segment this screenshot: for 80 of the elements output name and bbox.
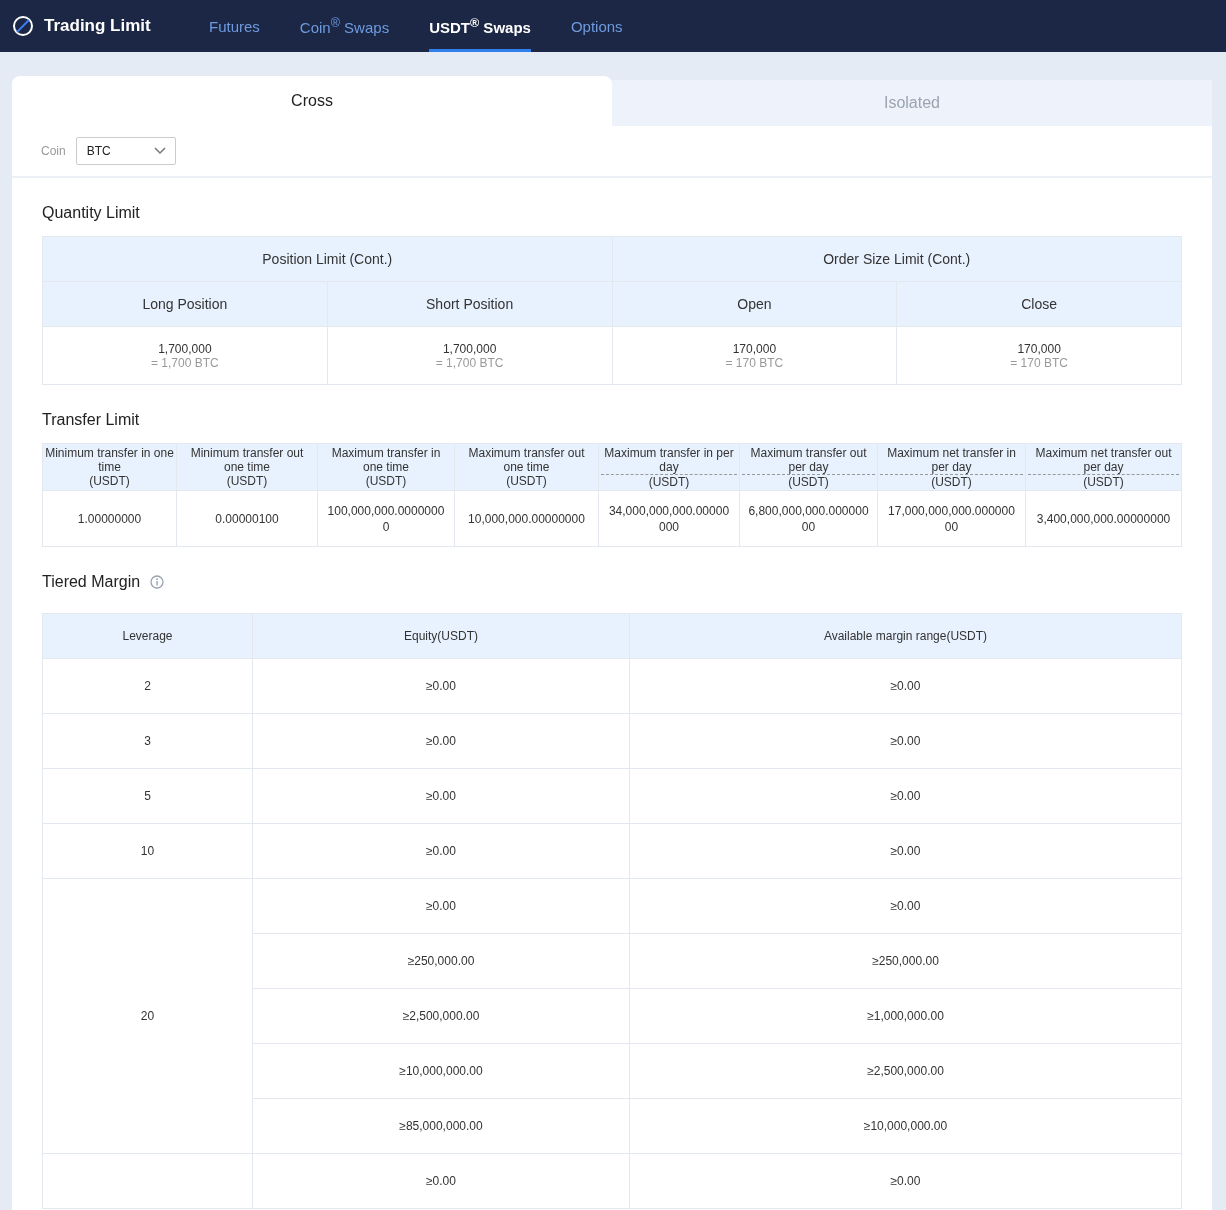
conversion-text: = 1,700 BTC (434, 355, 505, 370)
table-header: Close (896, 281, 1182, 327)
table-cell: 3,400,000,000.00000000 (1036, 511, 1171, 526)
unit-label: (USDT) (647, 475, 691, 489)
table-cell: ≥0.00 (426, 789, 456, 803)
table-cell: ≥0.00 (890, 734, 921, 748)
unit-label: (USDT) (225, 474, 269, 488)
table-header: Minimum transfer in one time (45, 446, 174, 474)
unit-label: (USDT) (787, 475, 830, 489)
table-header: Long Position (42, 281, 328, 327)
page-title: Trading Limit (44, 16, 152, 36)
table-header: Maximum transfer out per day (742, 446, 875, 475)
table-cell: ≥2,500,000.00 (402, 1009, 480, 1023)
section-title: Tiered Margin (42, 573, 141, 591)
table-cell: ≥85,000,000.00 (399, 1119, 483, 1133)
table-cell: ≥0.00 (890, 1174, 921, 1188)
nav-tab[interactable]: Options (570, 0, 623, 52)
table-cell: 17,000,000,000.00000000 (888, 503, 1015, 534)
table-cell: 2 (144, 679, 151, 693)
mode-tab[interactable]: Cross (12, 76, 612, 126)
coin-label: Coin (41, 144, 66, 158)
conversion-text: = 170 BTC (724, 355, 785, 370)
table-cell-text: 170,000 (731, 341, 778, 356)
coin-select[interactable]: BTC (75, 137, 176, 165)
table-cell: 10 (140, 844, 155, 858)
table-cell: ≥10,000,000.00 (863, 1119, 948, 1133)
table-cell: 0.00000100 (215, 511, 279, 526)
table-cell: ≥0.00 (426, 679, 456, 693)
table-cell: 5 (144, 789, 151, 803)
table-header: Leverage (42, 613, 253, 659)
table-header: Maximum transfer in per day (601, 446, 737, 475)
table-cell: 1.00000000 (77, 511, 142, 526)
table-header: Maximum transfer in one time (330, 446, 442, 474)
table-cell: ≥1,000,000.00 (867, 1009, 944, 1023)
table-cell: ≥0.00 (426, 844, 456, 858)
conversion-text: = 1,700 BTC (150, 355, 220, 370)
chevron-down-icon (153, 147, 166, 155)
table-cell: ≥0.00 (426, 1174, 456, 1188)
table-cell: ≥2,500,000.00 (867, 1064, 944, 1078)
table-header: Maximum transfer out one time (467, 446, 586, 474)
table-cell: ≥250,000.00 (872, 954, 939, 968)
table-header: Maximum net transfer out per day (1028, 446, 1179, 475)
table-cell-text: 1,700,000 (157, 341, 213, 356)
table-cell: 10,000,000.00000000 (468, 511, 585, 526)
table-header: Minimum transfer out one time (189, 446, 305, 474)
table-header: Equity(USDT) (252, 613, 630, 659)
section-title: Transfer Limit (42, 411, 141, 429)
info-icon[interactable] (150, 575, 165, 589)
circle-slash-icon (12, 15, 34, 37)
table-cell: 3 (144, 734, 151, 748)
table-header: Short Position (327, 281, 612, 327)
table-header: Available margin range(USDT) (629, 613, 1182, 659)
table-cell: 100,000,000.00000000 (327, 503, 445, 534)
unit-label: (USDT) (505, 474, 548, 488)
table-cell: ≥10,000,000.00 (399, 1064, 483, 1078)
table-header: Position Limit (Cont.) (42, 236, 612, 282)
nav-tab[interactable]: Coin$^{®}$ Swaps (299, 0, 390, 52)
nav-tab[interactable]: Futures (209, 0, 260, 52)
table-cell: ≥0.00 (890, 789, 921, 803)
section-title: Quantity Limit (42, 204, 141, 222)
table-cell: ≥0.00 (890, 899, 921, 913)
unit-label: (USDT) (930, 475, 973, 489)
table-cell: 6,800,000,000.00000000 (748, 503, 869, 534)
table-cell: ≥0.00 (890, 844, 921, 858)
table-cell: 20 (140, 1009, 155, 1023)
table-cell: ≥0.00 (890, 679, 921, 693)
unit-label: (USDT) (88, 474, 131, 488)
table-cell: 34,000,000,000.00000000 (608, 503, 730, 534)
table-header: Open (612, 281, 897, 327)
unit-label: (USDT) (364, 474, 408, 488)
table-header: Order Size Limit (Cont.) (612, 236, 1182, 282)
nav-tab[interactable]: USDT$^{®}$ Swaps (429, 0, 531, 52)
table-header: Maximum net transfer in per day (880, 446, 1023, 475)
conversion-text: = 170 BTC (1009, 355, 1069, 370)
table-cell: ≥0.00 (426, 734, 456, 748)
unit-label: (USDT) (1082, 475, 1125, 489)
table-cell-text: 1,700,000 (441, 341, 498, 356)
table-cell: ≥0.00 (426, 899, 456, 913)
table-cell-text: 170,000 (1016, 341, 1062, 356)
table-cell: ≥250,000.00 (407, 954, 475, 968)
